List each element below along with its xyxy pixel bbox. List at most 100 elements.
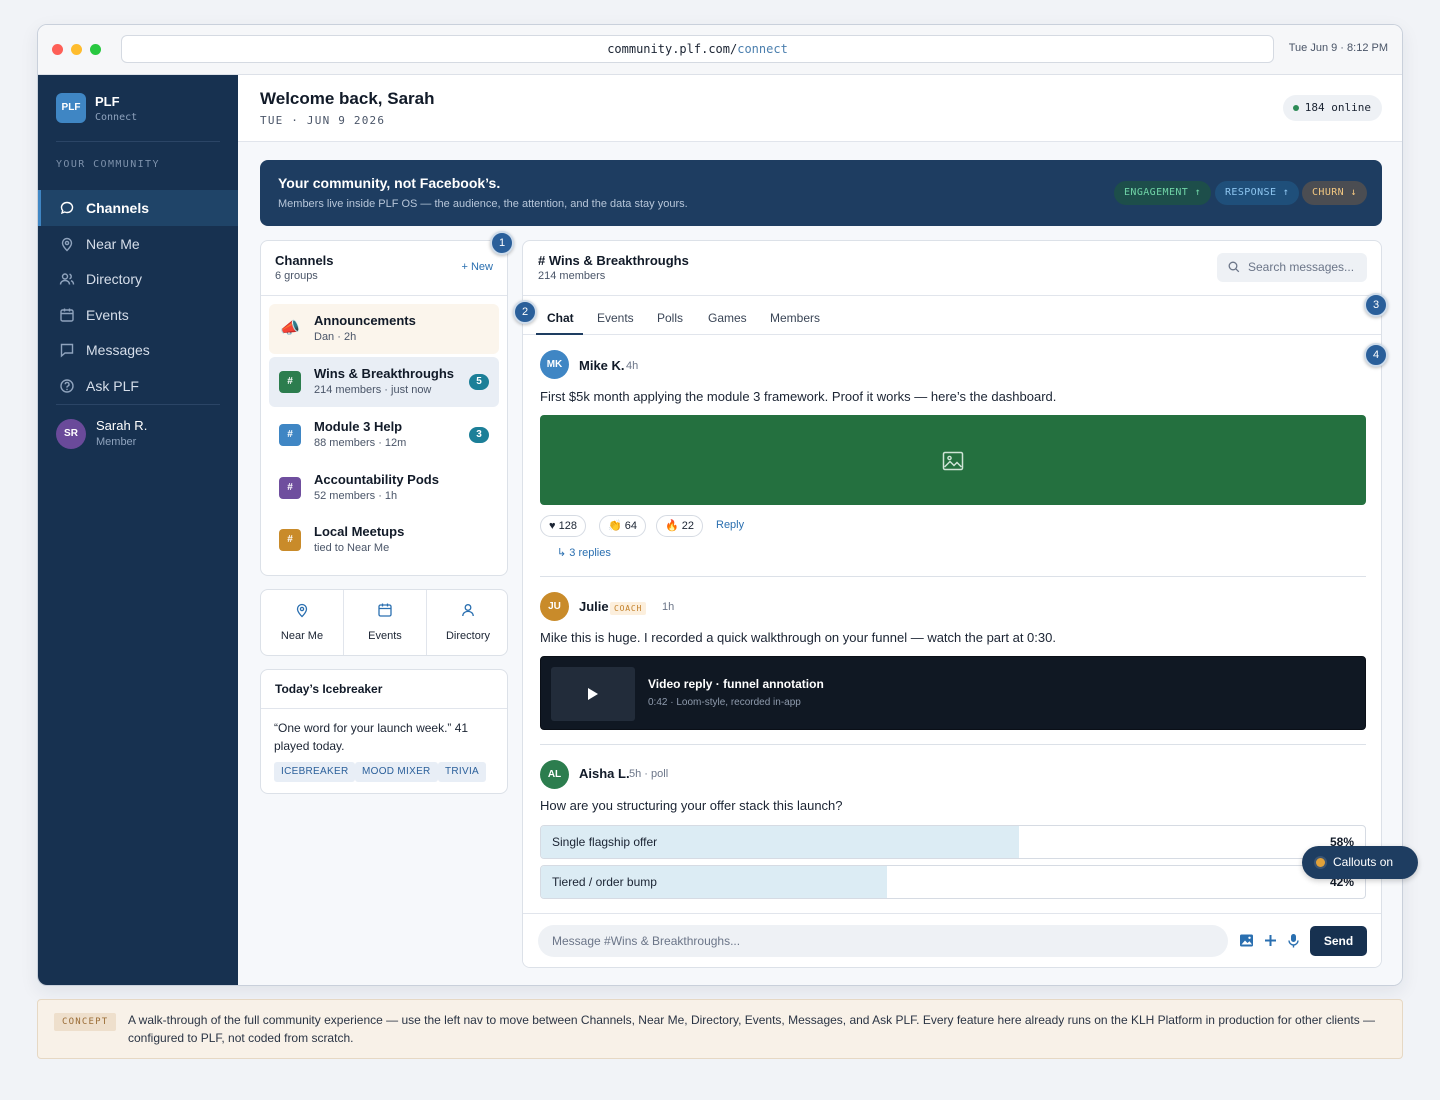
video-attachment[interactable]: Video reply · funnel annotation 0:42 · L… xyxy=(540,656,1366,730)
sidebar-item-label: Messages xyxy=(86,342,150,358)
channel-item-announcements[interactable]: 📣 Announcements Dan · 2h xyxy=(269,304,499,354)
message-time: 4h xyxy=(626,360,639,372)
callouts-toggle-button[interactable]: Callouts on xyxy=(1302,846,1418,879)
sidebar-item-label: Channels xyxy=(86,200,150,216)
reaction-fire[interactable]: 🔥 22 xyxy=(656,515,703,537)
channel-meta: 52 members · 1h xyxy=(314,490,398,502)
hero-banner: Your community, not Facebook’s. Members … xyxy=(260,160,1382,226)
message-author[interactable]: Aisha L. xyxy=(579,766,630,781)
map-pin-icon xyxy=(296,603,308,618)
minimize-window-button[interactable] xyxy=(71,44,82,55)
search-placeholder: Search messages... xyxy=(1248,260,1355,274)
poll-option-label: Single flagship offer xyxy=(552,835,658,849)
callout-marker-4[interactable]: 4 xyxy=(1364,343,1388,367)
tab-games[interactable]: Games xyxy=(708,311,747,325)
video-subtitle: 0:42 · Loom-style, recorded in-app xyxy=(648,697,801,708)
sidebar-item-directory[interactable]: Directory xyxy=(38,261,238,297)
play-button[interactable] xyxy=(551,667,635,721)
address-bar[interactable]: community.plf.com/connect xyxy=(121,35,1274,63)
tag-icebreaker[interactable]: ICEBREAKER xyxy=(274,762,356,782)
sidebar-divider xyxy=(56,141,220,142)
avatar[interactable]: MK xyxy=(540,350,569,379)
tab-events[interactable]: Events xyxy=(597,311,634,325)
sidebar-item-channels[interactable]: Channels xyxy=(38,190,238,226)
message-square-icon xyxy=(60,343,74,358)
image-attachment[interactable] xyxy=(540,415,1366,505)
page-title: Welcome back, Sarah xyxy=(260,89,435,108)
tag-trivia[interactable]: TRIVIA xyxy=(438,762,487,782)
avatar[interactable]: JU xyxy=(540,592,569,621)
user-role: Member xyxy=(96,436,137,448)
channel-item-local-meetups[interactable]: # Local Meetups tied to Near Me xyxy=(269,515,499,565)
message-time: 1h xyxy=(662,601,675,613)
concept-note: CONCEPT A walk-through of the full commu… xyxy=(37,999,1403,1059)
close-window-button[interactable] xyxy=(52,44,63,55)
quick-link-directory[interactable]: Directory xyxy=(427,590,507,655)
channel-item-accountability-pods[interactable]: # Accountability Pods 52 members · 1h xyxy=(269,463,499,513)
engagement-chip: ENGAGEMENT ↑ xyxy=(1114,181,1212,205)
tab-members[interactable]: Members xyxy=(770,311,820,325)
hero-title: Your community, not Facebook’s. xyxy=(278,175,501,191)
tab-polls[interactable]: Polls xyxy=(657,311,683,325)
sidebar-item-messages[interactable]: Messages xyxy=(38,332,238,368)
sidebar-item-ask-plf[interactable]: Ask PLF xyxy=(38,368,238,404)
calendar-icon xyxy=(378,603,392,617)
poll-option[interactable]: Tiered / order bump 42% xyxy=(540,865,1366,899)
quick-link-near-me[interactable]: Near Me xyxy=(261,590,343,655)
avatar[interactable]: SR xyxy=(56,419,86,449)
megaphone-icon: 📣 xyxy=(280,320,300,337)
chat-panel: # Wins & Breakthroughs 214 members Searc… xyxy=(522,240,1382,968)
message-input[interactable]: Message #Wins & Breakthroughs... xyxy=(538,925,1228,957)
browser-window: community.plf.com/connect Tue Jun 9 · 8:… xyxy=(37,24,1403,986)
sidebar-item-label: Ask PLF xyxy=(86,378,139,394)
poll-option[interactable]: Single flagship offer 58% xyxy=(540,825,1366,859)
user-name: Sarah R. xyxy=(96,418,148,433)
tab-chat[interactable]: Chat xyxy=(547,311,574,325)
message-time: 5h · poll xyxy=(629,768,669,780)
maximize-window-button[interactable] xyxy=(90,44,101,55)
message-author[interactable]: Mike K. xyxy=(579,358,625,373)
sidebar-item-near-me[interactable]: Near Me xyxy=(38,226,238,262)
thread-replies-link[interactable]: ↳ 3 replies xyxy=(557,546,611,559)
reaction-heart[interactable]: ♥ 128 xyxy=(540,515,586,537)
url-path: connect xyxy=(737,42,788,56)
page-header: Welcome back, Sarah TUE · JUN 9 2026 184… xyxy=(238,75,1402,142)
microphone-icon[interactable] xyxy=(1286,933,1301,948)
sidebar-item-label: Near Me xyxy=(86,236,140,252)
image-upload-icon[interactable] xyxy=(1239,933,1254,948)
channel-name: Module 3 Help xyxy=(314,419,403,434)
channel-item-wins[interactable]: # Wins & Breakthroughs 214 members · jus… xyxy=(269,357,499,407)
sidebar-divider xyxy=(56,404,220,405)
new-channel-button[interactable]: + New xyxy=(462,261,494,273)
icebreaker-card: Today’s Icebreaker “One word for your la… xyxy=(260,669,508,794)
quick-link-events[interactable]: Events xyxy=(344,590,426,655)
page-date: TUE · JUN 9 2026 xyxy=(260,114,386,127)
send-button[interactable]: Send xyxy=(1310,926,1367,956)
search-icon xyxy=(1228,261,1240,273)
icebreaker-title: Today’s Icebreaker xyxy=(275,682,383,696)
play-icon xyxy=(588,688,598,700)
channel-item-module-3-help[interactable]: # Module 3 Help 88 members · 12m 3 xyxy=(269,410,499,460)
channel-name: Wins & Breakthroughs xyxy=(314,366,455,381)
tag-mood-mixer[interactable]: MOOD MIXER xyxy=(355,762,438,782)
callout-marker-3[interactable]: 3 xyxy=(1364,293,1388,317)
reaction-clap[interactable]: 👏 64 xyxy=(599,515,646,537)
poll-option-label: Tiered / order bump xyxy=(552,875,657,889)
sidebar-item-events[interactable]: Events xyxy=(38,297,238,333)
hash-icon: # xyxy=(279,424,301,446)
help-circle-icon xyxy=(60,379,74,393)
sidebar-item-label: Directory xyxy=(86,271,143,287)
search-input[interactable]: Search messages... xyxy=(1217,253,1367,282)
channel-name: Announcements xyxy=(314,313,416,328)
active-tab-indicator xyxy=(536,333,583,335)
concept-text: A walk-through of the full community exp… xyxy=(128,1013,1376,1045)
callout-marker-2[interactable]: 2 xyxy=(513,300,537,324)
message-author[interactable]: Julie xyxy=(579,599,609,614)
clock: Tue Jun 9 · 8:12 PM xyxy=(1288,42,1388,54)
avatar[interactable]: AL xyxy=(540,760,569,789)
plus-icon[interactable] xyxy=(1263,933,1278,948)
callout-marker-1[interactable]: 1 xyxy=(490,231,514,255)
reply-button[interactable]: Reply xyxy=(716,519,744,531)
brand-name: PLF xyxy=(95,94,120,109)
message-composer: Message #Wins & Breakthroughs... Send xyxy=(523,913,1381,967)
